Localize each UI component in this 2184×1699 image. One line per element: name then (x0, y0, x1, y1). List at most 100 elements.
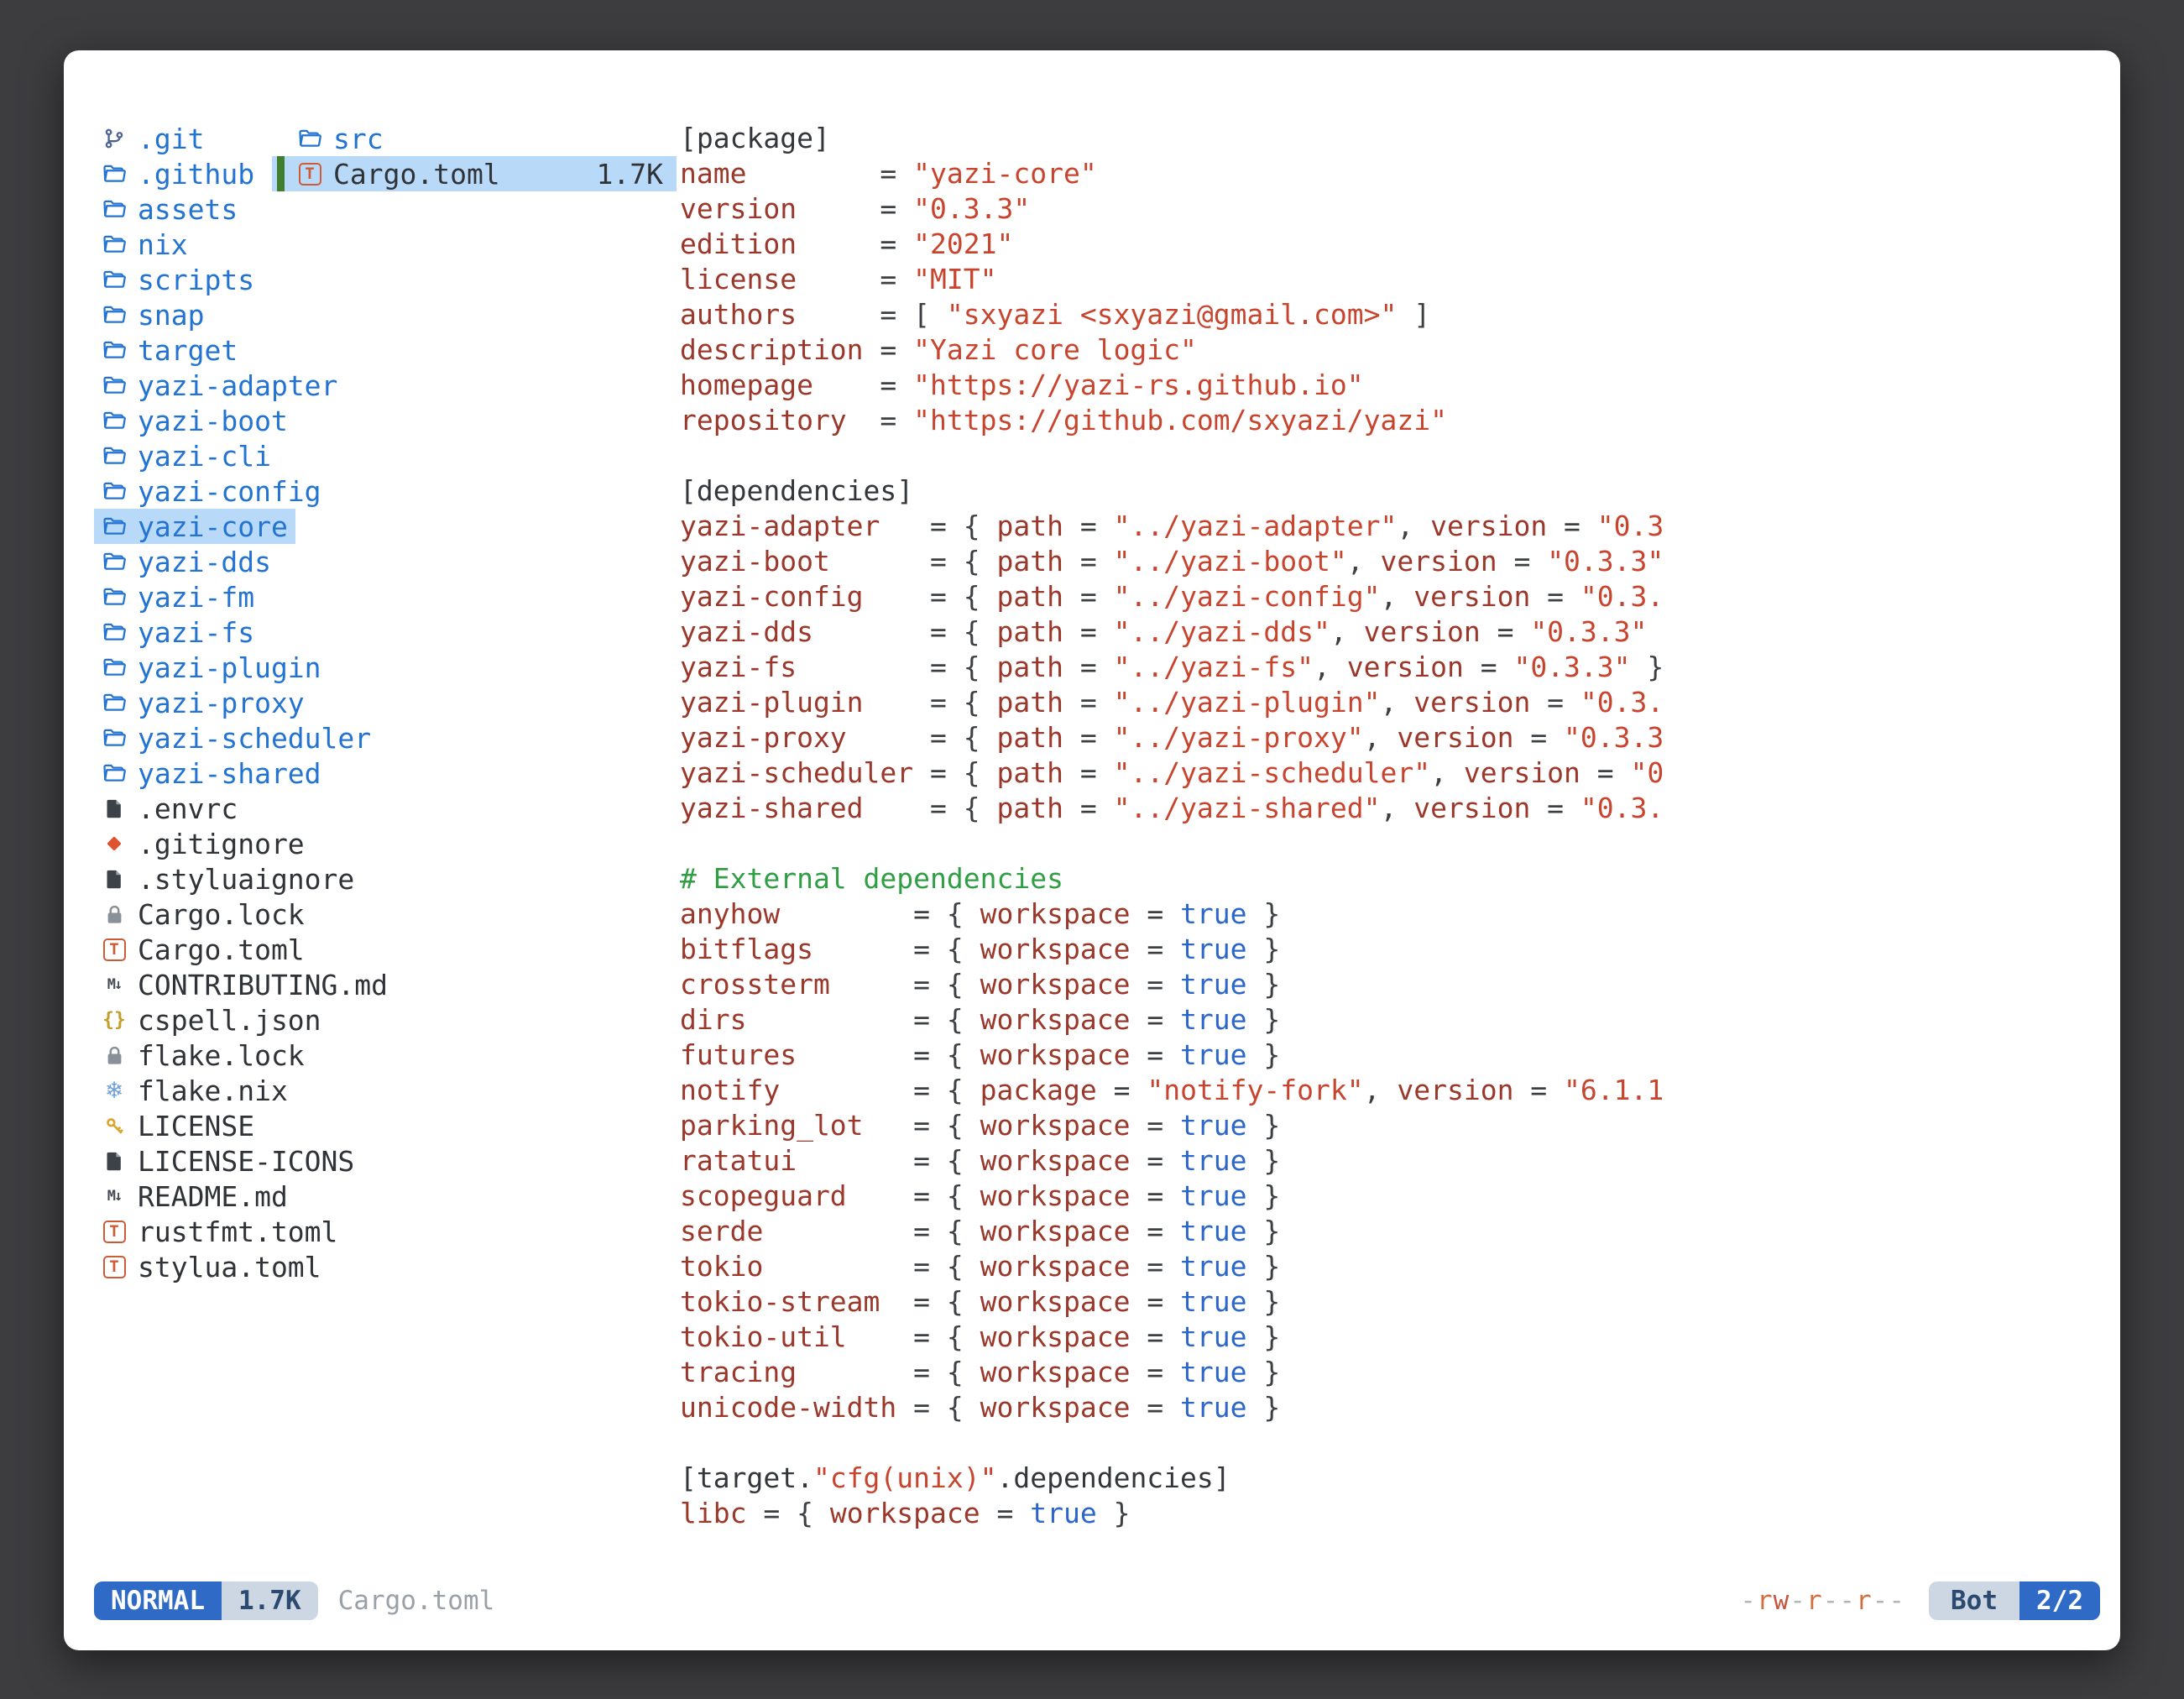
preview-line: tokio = { workspace = true } (680, 1249, 2090, 1284)
syntax-token: yazi-dds (680, 615, 813, 648)
syntax-token: "2021" (913, 227, 1013, 260)
file-row[interactable]: scripts (94, 262, 295, 297)
syntax-token: "../yazi-adapter" (1114, 510, 1398, 542)
syntax-token: "0.3. (1581, 792, 1664, 824)
folder-icon (99, 159, 129, 189)
syntax-token: path (997, 721, 1063, 754)
syntax-token: , (1364, 1074, 1398, 1106)
preview-line: [dependencies] (680, 473, 2090, 509)
syntax-token: = (1130, 1215, 1180, 1247)
file-row[interactable]: target (94, 332, 295, 368)
file-name: cspell.json (138, 1004, 321, 1037)
snowflake-icon: ❄ (99, 1075, 129, 1106)
preview-line: yazi-config = { path = "../yazi-config",… (680, 579, 2090, 614)
syntax-token: = { (913, 756, 996, 789)
syntax-token: version (680, 192, 797, 225)
file-row[interactable]: yazi-proxy (94, 685, 295, 720)
file-row[interactable]: assets (94, 191, 295, 227)
syntax-token: tokio (680, 1250, 763, 1283)
file-row[interactable]: yazi-dds (94, 544, 295, 579)
file-row[interactable]: yazi-boot (94, 403, 295, 438)
file-row[interactable]: .gitignore (94, 826, 295, 861)
file-row[interactable]: yazi-cli (94, 438, 295, 473)
position-badges: Bot 2/2 (1929, 1581, 2100, 1620)
syntax-token: path (997, 580, 1063, 613)
scroll-position-badge: Bot (1929, 1581, 2019, 1620)
syntax-token: , (1430, 756, 1464, 789)
file-row[interactable]: Trustfmt.toml (94, 1214, 295, 1249)
file-row[interactable]: yazi-scheduler (94, 720, 295, 755)
preview-line: yazi-adapter = { path = "../yazi-adapter… (680, 509, 2090, 544)
syntax-token: = { (864, 792, 997, 824)
syntax-token: = (1130, 1179, 1180, 1212)
file-name: yazi-fs (138, 616, 254, 649)
syntax-token: ratatui (680, 1144, 797, 1177)
file-row[interactable]: LICENSE (94, 1108, 295, 1143)
syntax-token: version (1464, 756, 1581, 789)
syntax-token: } (1247, 1109, 1281, 1142)
syntax-token: = { (797, 1144, 980, 1177)
preview-line: edition = "2021" (680, 227, 2090, 262)
file-row[interactable]: Cargo.lock (94, 897, 295, 932)
file-row[interactable]: .github (94, 156, 295, 191)
syntax-token: = (1513, 1074, 1564, 1106)
syntax-token: path (997, 792, 1063, 824)
preview-pane[interactable]: [package]name = "yazi-core"version = "0.… (680, 121, 2090, 1568)
preview-line: libc = { workspace = true } (680, 1496, 2090, 1531)
syntax-token: yazi-adapter (680, 510, 880, 542)
file-row[interactable]: LICENSE-ICONS (94, 1143, 295, 1179)
file-row[interactable]: yazi-core (94, 509, 295, 544)
syntax-token: = (1097, 1074, 1147, 1106)
file-row[interactable]: ❄flake.nix (94, 1073, 295, 1108)
preview-line: parking_lot = { workspace = true } (680, 1108, 2090, 1143)
file-row[interactable]: src (272, 121, 677, 156)
syntax-token: authors (680, 298, 797, 331)
file-row[interactable]: snap (94, 297, 295, 332)
syntax-token: = (980, 1497, 1031, 1529)
file-row[interactable]: .git (94, 121, 295, 156)
syntax-token: = { (780, 897, 980, 930)
syntax-token: "../yazi-proxy" (1114, 721, 1364, 754)
syntax-token: } (1247, 968, 1281, 1001)
file-row[interactable]: yazi-config (94, 473, 295, 509)
syntax-token: "Yazi core logic" (913, 333, 1197, 366)
syntax-token: = (1130, 1356, 1180, 1388)
syntax-token: "0 (1631, 756, 1664, 789)
file-row[interactable]: .styluaignore (94, 861, 295, 897)
folder-icon (99, 546, 129, 577)
file-row[interactable]: yazi-fs (94, 614, 295, 650)
file-row[interactable]: yazi-fm (94, 579, 295, 614)
file-row[interactable]: {}cspell.json (94, 1002, 295, 1038)
file-row[interactable]: Tstylua.toml (94, 1249, 295, 1284)
file-row[interactable]: M↓CONTRIBUTING.md (94, 967, 295, 1002)
syntax-token: = (1130, 1391, 1180, 1424)
file-row[interactable]: M↓README.md (94, 1179, 295, 1214)
syntax-token: version (1397, 721, 1513, 754)
file-row[interactable]: yazi-adapter (94, 368, 295, 403)
file-row[interactable]: flake.lock (94, 1038, 295, 1073)
syntax-token: = (797, 263, 913, 295)
file-name: target (138, 334, 238, 367)
file-row[interactable]: TCargo.toml (94, 932, 295, 967)
preview-line: license = "MIT" (680, 262, 2090, 297)
file-row[interactable]: nix (94, 227, 295, 262)
file-row[interactable]: yazi-plugin (94, 650, 295, 685)
lock-icon (99, 899, 129, 929)
file-counter-badge: 2/2 (2019, 1581, 2100, 1620)
syntax-token: version (1413, 580, 1530, 613)
file-row[interactable]: .envrc (94, 791, 295, 826)
syntax-token: tracing (680, 1356, 797, 1388)
file-row[interactable]: TCargo.toml1.7K (272, 156, 677, 191)
file-row[interactable]: yazi-shared (94, 755, 295, 791)
file-name: Cargo.toml (333, 158, 500, 191)
preview-line: notify = { package = "notify-fork", vers… (680, 1073, 2090, 1108)
syntax-token: futures (680, 1038, 797, 1071)
syntax-token: path (997, 686, 1063, 719)
syntax-token: = (1063, 721, 1114, 754)
syntax-token: unicode-width (680, 1391, 896, 1424)
hover-marker (277, 121, 285, 156)
syntax-token: = { (797, 1038, 980, 1071)
current-pane: srcTCargo.toml1.7K (272, 121, 677, 191)
file-name: nix (138, 228, 188, 261)
syntax-token: , (1380, 580, 1413, 613)
